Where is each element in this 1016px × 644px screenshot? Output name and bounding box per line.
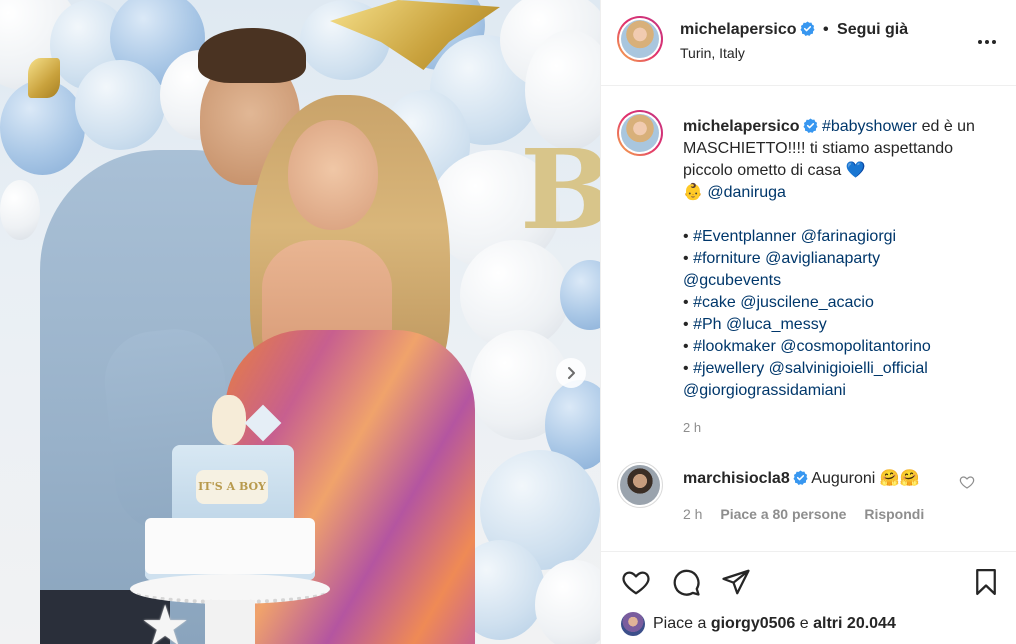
verified-icon [799, 21, 815, 36]
author-line: michelapersico • Segui già [680, 21, 908, 39]
comment-icon[interactable] [671, 567, 701, 597]
woman-face [288, 120, 378, 230]
reply-button[interactable]: Rispondi [864, 506, 924, 522]
cake-stand-leg [205, 600, 255, 644]
hugging-emoji-icon: 🤗🤗 [879, 470, 920, 487]
mention-link[interactable]: @juscilene_acacio [740, 294, 874, 311]
hashtag-link[interactable]: #babyshower [822, 118, 917, 135]
credits-list: • #Eventplanner @farinagiorgi • #fornitu… [683, 226, 999, 402]
star-decoration-icon: ★ [140, 594, 191, 644]
hashtag-link[interactable]: #forniture [693, 250, 761, 267]
blue-heart-emoji-icon: 💙 [845, 162, 866, 179]
author-avatar[interactable] [617, 16, 663, 62]
mention-link[interactable]: @daniruga [707, 184, 786, 201]
mention-link[interactable]: @gcubevents [683, 272, 781, 289]
credit-line: • #lookmaker @cosmopolitantorino [683, 338, 931, 355]
credit-line: @gcubevents [683, 270, 999, 292]
hashtag-link[interactable]: #jewellery [693, 360, 764, 377]
credit-line: • #forniture @aviglianaparty [683, 250, 881, 267]
credit-line: • #jewellery @salvinigioielli_official [683, 360, 928, 377]
balloon [75, 60, 165, 150]
post-location[interactable]: Turin, Italy [680, 45, 745, 61]
mention-link[interactable]: @giorgiograssidamiani [683, 382, 846, 399]
author-username[interactable]: michelapersico [680, 21, 797, 38]
caption-username[interactable]: michelapersico [683, 118, 800, 135]
verified-icon [802, 118, 818, 133]
comment: marchisiocla8 Auguroni 🤗🤗 2 h Piace a 80… [617, 462, 1007, 532]
mention-link[interactable]: @salvinigioielli_official [769, 360, 928, 377]
next-arrow-icon [568, 367, 575, 379]
post-header: michelapersico • Segui già Turin, Italy [601, 0, 1016, 86]
likes-others[interactable]: altri 20.044 [813, 615, 896, 633]
letter-b-decoration: B [520, 125, 600, 254]
credit-line: • #Ph @luca_messy [683, 316, 827, 333]
hashtag-link[interactable]: #cake [693, 294, 736, 311]
mention-link[interactable]: @cosmopolitantorino [780, 338, 931, 355]
balloon [535, 560, 600, 644]
mention-link[interactable]: @luca_messy [726, 316, 827, 333]
liker-username[interactable]: giorgy0506 [711, 615, 795, 633]
balloon [0, 180, 40, 240]
post-side-panel: michelapersico • Segui già Turin, Italy … [600, 0, 1016, 644]
verified-icon [793, 470, 808, 485]
following-button[interactable]: Segui già [837, 21, 908, 38]
instagram-post: B IT'S A BOY ★ michelapersico • Segui gi… [0, 0, 1016, 644]
cake-plaque: IT'S A BOY [196, 470, 268, 504]
credit-line: @giorgiograssidamiani [683, 380, 999, 402]
comment-body: Auguroni [811, 470, 876, 487]
likes-prefix: Piace a [653, 615, 707, 632]
commenter-avatar[interactable] [617, 462, 663, 508]
comment-like-heart-icon[interactable] [959, 474, 975, 490]
comment-likes[interactable]: Piace a 80 persone [720, 506, 846, 522]
bookmark-icon[interactable] [971, 567, 1001, 597]
comment-meta: 2 h Piace a 80 persone Rispondi [683, 506, 938, 522]
caption-timestamp[interactable]: 2 h [683, 420, 701, 435]
gold-moon-decoration [28, 58, 60, 98]
hashtag-link[interactable]: #Eventplanner [693, 228, 796, 245]
next-photo-button[interactable] [556, 358, 586, 388]
commenter-username[interactable]: marchisiocla8 [683, 470, 790, 487]
credit-line: • #Eventplanner @farinagiorgi [683, 228, 897, 245]
separator-dot: • [822, 21, 829, 38]
caption-text: michelapersico #babyshower ed è un MASCH… [683, 116, 999, 402]
likes-middle: e [799, 615, 809, 632]
balloon [560, 260, 600, 330]
likes-summary[interactable]: Piace a giorgy0506 e altri 20.044 [621, 612, 896, 636]
comment-timestamp[interactable]: 2 h [683, 506, 702, 522]
baby-emoji-icon: 👶 [683, 184, 703, 201]
heart-icon[interactable] [621, 567, 651, 597]
comment-text: marchisiocla8 Auguroni 🤗🤗 [683, 468, 920, 488]
action-bar: Piace a giorgy0506 e altri 20.044 [601, 551, 1016, 644]
hashtag-link[interactable]: #lookmaker [693, 338, 776, 355]
share-icon[interactable] [721, 567, 751, 597]
more-options-icon[interactable] [975, 30, 999, 54]
hashtag-link[interactable]: #Ph [693, 316, 721, 333]
mention-link[interactable]: @farinagiorgi [801, 228, 896, 245]
teddy-bear-topper [212, 395, 246, 445]
credit-line: • #cake @juscilene_acacio [683, 294, 874, 311]
man-hair [198, 28, 306, 83]
cake-bottom-tier [145, 518, 315, 580]
caption-author-avatar[interactable] [617, 110, 663, 156]
mention-link[interactable]: @aviglianaparty [765, 250, 880, 267]
post-photo[interactable]: B IT'S A BOY ★ [0, 0, 600, 644]
liker-avatar [621, 612, 645, 636]
